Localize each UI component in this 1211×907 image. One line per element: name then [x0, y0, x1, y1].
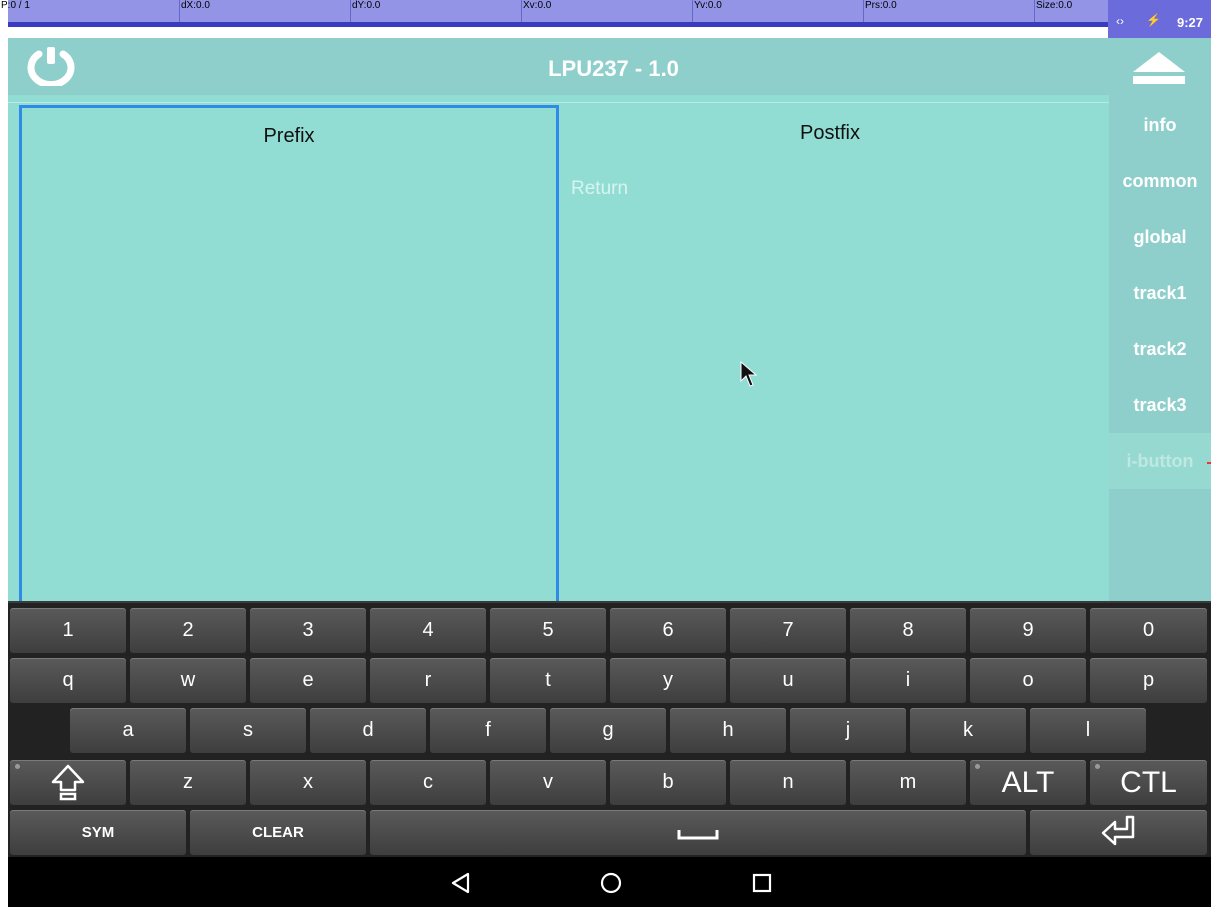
key-l[interactable]: l — [1030, 708, 1146, 753]
dx-value: dX:0.0 — [179, 0, 350, 22]
dy-value: dY:0.0 — [350, 0, 521, 22]
key-e[interactable]: e — [250, 658, 366, 703]
selection-marker — [1207, 462, 1211, 464]
key-4[interactable]: 4 — [370, 608, 486, 653]
home-icon[interactable] — [598, 870, 624, 896]
alt-key-label: ALT — [1001, 766, 1055, 799]
key-s[interactable]: s — [190, 708, 306, 753]
enter-key[interactable] — [1030, 810, 1207, 855]
divider — [8, 102, 1109, 103]
xv-value: Xv:0.0 — [521, 0, 692, 22]
sticky-indicator — [1095, 764, 1100, 769]
key-8[interactable]: 8 — [850, 608, 966, 653]
status-bar: ‹› ⚡ 9:27 — [1108, 0, 1211, 38]
key-b[interactable]: b — [610, 760, 726, 805]
key-1[interactable]: 1 — [10, 608, 126, 653]
app-title: LPU237 - 1.0 — [548, 56, 679, 81]
key-n[interactable]: n — [730, 760, 846, 805]
side-item-global[interactable]: global — [1109, 209, 1211, 265]
ctl-key[interactable]: CTL — [1090, 760, 1207, 805]
debug-strip — [8, 22, 1108, 27]
size-value: Size:0.0 — [1034, 0, 1108, 22]
key-r[interactable]: r — [370, 658, 486, 703]
app-header: LPU237 - 1.0 — [8, 38, 1211, 95]
side-menu: info common global track1 track2 track3 … — [1109, 95, 1211, 603]
space-key[interactable] — [370, 810, 1026, 855]
key-m[interactable]: m — [850, 760, 966, 805]
key-5[interactable]: 5 — [490, 608, 606, 653]
postfix-title: Postfix — [799, 122, 861, 144]
key-7[interactable]: 7 — [730, 608, 846, 653]
sym-key[interactable]: SYM — [10, 810, 186, 855]
key-d[interactable]: d — [310, 708, 426, 753]
prefix-title: Prefix — [263, 125, 315, 147]
key-c[interactable]: c — [370, 760, 486, 805]
back-icon[interactable] — [448, 870, 474, 896]
shift-key[interactable] — [10, 760, 126, 805]
ctl-key-label: CTL — [1120, 766, 1177, 799]
side-item-i-button[interactable]: i-button — [1109, 433, 1211, 489]
shift-icon — [51, 764, 85, 801]
upload-icon[interactable] — [1129, 50, 1189, 86]
key-h[interactable]: h — [670, 708, 786, 753]
side-item-track2[interactable]: track2 — [1109, 321, 1211, 377]
key-6[interactable]: 6 — [610, 608, 726, 653]
key-3[interactable]: 3 — [250, 608, 366, 653]
onscreen-keyboard: 1 2 3 4 5 6 7 8 9 0 q w e r t y u i o p … — [8, 601, 1211, 857]
yv-value: Yv:0.0 — [692, 0, 863, 22]
prs-value: Prs:0.0 — [863, 0, 1034, 22]
key-k[interactable]: k — [910, 708, 1026, 753]
key-q[interactable]: q — [10, 658, 126, 703]
key-v[interactable]: v — [490, 760, 606, 805]
pointer-count: P:0 / 1 — [1, 0, 30, 11]
key-g[interactable]: g — [550, 708, 666, 753]
navigation-bar — [8, 857, 1211, 907]
side-item-track3[interactable]: track3 — [1109, 377, 1211, 433]
side-item-track1[interactable]: track1 — [1109, 265, 1211, 321]
data-transfer-icon: ‹› — [1116, 14, 1124, 28]
key-2[interactable]: 2 — [130, 608, 246, 653]
key-y[interactable]: y — [610, 658, 726, 703]
key-o[interactable]: o — [970, 658, 1086, 703]
side-item-info[interactable]: info — [1109, 97, 1211, 153]
enter-icon — [1101, 815, 1134, 846]
key-f[interactable]: f — [430, 708, 546, 753]
space-icon — [677, 830, 719, 840]
recents-icon[interactable] — [749, 870, 775, 896]
battery-charging-icon: ⚡ — [1146, 13, 1161, 27]
sticky-indicator — [975, 764, 980, 769]
key-a[interactable]: a — [70, 708, 186, 753]
postfix-item-return[interactable]: Return — [571, 178, 628, 200]
key-p[interactable]: p — [1090, 658, 1207, 703]
clear-key[interactable]: CLEAR — [190, 810, 366, 855]
alt-key[interactable]: ALT — [970, 760, 1086, 805]
key-w[interactable]: w — [130, 658, 246, 703]
key-9[interactable]: 9 — [970, 608, 1086, 653]
mouse-cursor-icon — [740, 361, 758, 387]
sticky-indicator — [15, 764, 20, 769]
postfix-panel[interactable]: Postfix Return — [560, 105, 1100, 603]
clock: 9:27 — [1176, 15, 1203, 30]
key-t[interactable]: t — [490, 658, 606, 703]
key-u[interactable]: u — [730, 658, 846, 703]
side-item-common[interactable]: common — [1109, 153, 1211, 209]
key-j[interactable]: j — [790, 708, 906, 753]
key-z[interactable]: z — [130, 760, 246, 805]
key-i[interactable]: i — [850, 658, 966, 703]
key-0[interactable]: 0 — [1090, 608, 1207, 653]
pointer-debug-bar: P:0 / 1 dX:0.0 dY:0.0 Xv:0.0 Yv:0.0 Prs:… — [1, 0, 1211, 27]
main-content: Prefix Postfix Return — [8, 95, 1109, 605]
prefix-panel[interactable]: Prefix — [19, 105, 559, 605]
key-x[interactable]: x — [250, 760, 366, 805]
